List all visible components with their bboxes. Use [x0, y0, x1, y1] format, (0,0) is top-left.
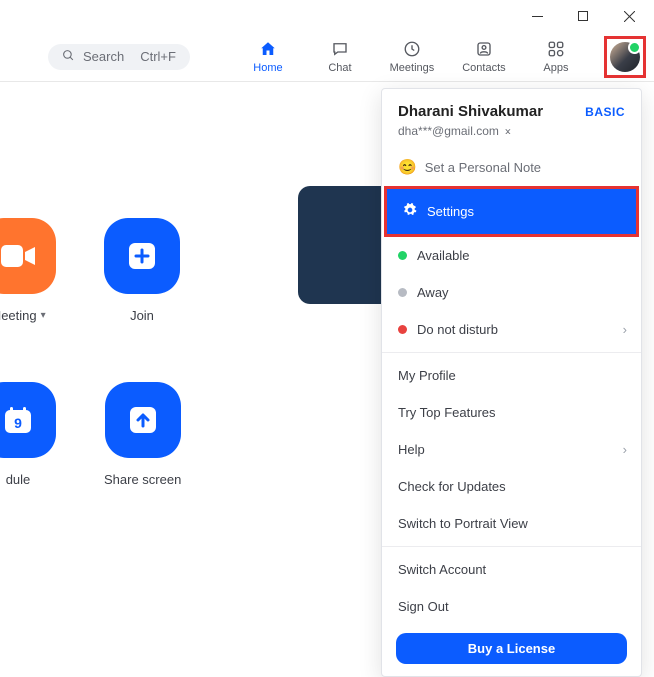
smile-icon: 😊	[398, 158, 417, 176]
home-icon	[258, 39, 278, 59]
clock-icon	[403, 39, 421, 59]
chevron-right-icon: ›	[623, 322, 627, 337]
menu-divider	[382, 352, 641, 353]
new-meeting-tile[interactable]	[0, 218, 56, 294]
status-dot-green	[398, 251, 407, 260]
profile-header: Dharani Shivakumar BASIC dha***@gmail.co…	[382, 89, 641, 148]
personal-note-item[interactable]: 😊 Set a Personal Note	[382, 148, 641, 186]
chevron-right-icon: ›	[623, 442, 627, 457]
menu-divider	[382, 546, 641, 547]
portrait-view-item[interactable]: Switch to Portrait View	[382, 505, 641, 542]
profile-email: dha***@gmail.com ›‹	[398, 124, 625, 138]
search-input[interactable]: Search Ctrl+F	[48, 44, 190, 70]
help-item[interactable]: Help›	[382, 431, 641, 468]
status-away[interactable]: Away	[382, 274, 641, 311]
nav-tabs: Home Chat Meetings Contacts Apps	[238, 39, 586, 74]
background-card	[298, 186, 388, 304]
profile-menu: Dharani Shivakumar BASIC dha***@gmail.co…	[381, 88, 642, 677]
tab-home[interactable]: Home	[238, 39, 298, 74]
gear-icon	[403, 203, 417, 220]
window-titlebar	[0, 0, 654, 32]
settings-item[interactable]: Settings	[387, 189, 636, 234]
share-icon	[130, 407, 156, 433]
maximize-button[interactable]	[560, 0, 606, 32]
check-updates-item[interactable]: Check for Updates	[382, 468, 641, 505]
switch-account-item[interactable]: Switch Account	[382, 551, 641, 588]
chat-icon	[330, 39, 350, 59]
search-label: Search	[83, 49, 124, 64]
tab-meetings[interactable]: Meetings	[382, 39, 442, 74]
video-icon	[1, 243, 35, 269]
top-features-item[interactable]: Try Top Features	[382, 394, 641, 431]
sign-out-item[interactable]: Sign Out	[382, 588, 641, 625]
schedule-label: dule	[6, 472, 31, 487]
tab-apps[interactable]: Apps	[526, 39, 586, 74]
plus-icon	[129, 243, 155, 269]
status-available[interactable]: Available	[382, 237, 641, 274]
hide-icon[interactable]: ›‹	[505, 124, 509, 138]
calendar-icon: 9	[3, 405, 33, 435]
share-screen-label: Share screen	[104, 472, 181, 487]
join-label: Join	[130, 308, 154, 323]
top-toolbar: Search Ctrl+F Home Chat Meetings Contact…	[0, 32, 654, 82]
status-dot-red	[398, 325, 407, 334]
apps-icon	[547, 39, 565, 59]
chevron-down-icon[interactable]: ▾	[41, 310, 46, 321]
avatar-highlight	[604, 36, 646, 78]
new-meeting-label: Meeting▾	[0, 308, 46, 323]
plan-badge[interactable]: BASIC	[585, 105, 625, 119]
my-profile-item[interactable]: My Profile	[382, 357, 641, 394]
buy-license-button[interactable]: Buy a License	[396, 633, 627, 664]
profile-avatar[interactable]	[610, 42, 640, 72]
minimize-button[interactable]	[514, 0, 560, 32]
profile-name: Dharani Shivakumar	[398, 103, 543, 120]
close-button[interactable]	[606, 0, 652, 32]
main-area: Meeting▾ Join 9 dule Share screen Dharan…	[0, 82, 654, 632]
status-dot-gray	[398, 288, 407, 297]
svg-text:9: 9	[14, 415, 22, 431]
contacts-icon	[475, 39, 493, 59]
join-tile[interactable]	[104, 218, 180, 294]
search-shortcut: Ctrl+F	[140, 49, 176, 64]
settings-highlight: Settings	[384, 186, 639, 237]
tab-contacts[interactable]: Contacts	[454, 39, 514, 74]
search-icon	[62, 49, 75, 65]
share-screen-tile[interactable]	[105, 382, 181, 458]
schedule-tile[interactable]: 9	[0, 382, 56, 458]
status-dnd[interactable]: Do not disturb›	[382, 311, 641, 348]
tab-chat[interactable]: Chat	[310, 39, 370, 74]
